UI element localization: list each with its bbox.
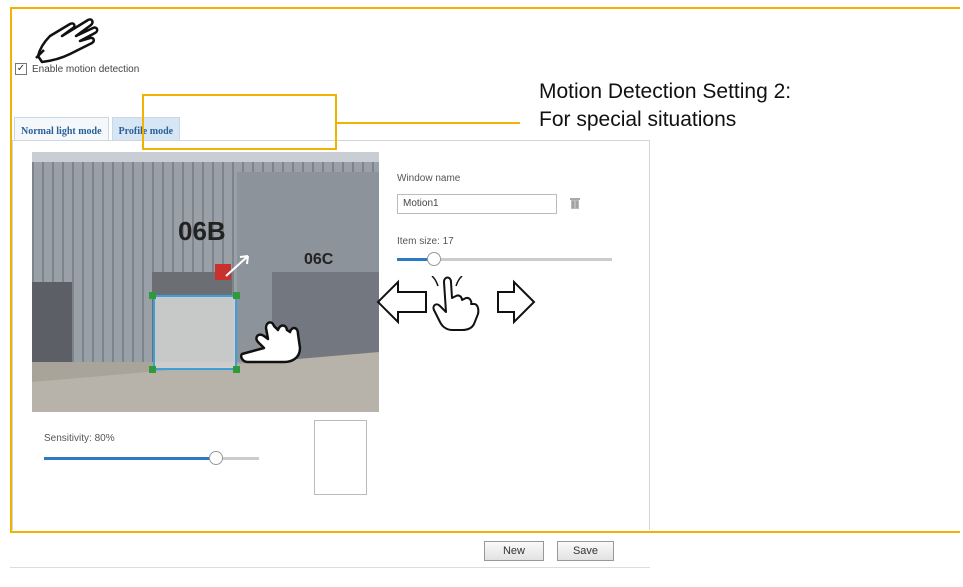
warehouse-image: 06B 06C <box>32 152 379 412</box>
callout-text: Motion Detection Setting 2: For special … <box>539 78 791 134</box>
enable-motion-row[interactable]: ✓ Enable motion detection <box>15 63 139 75</box>
camera-snapshot[interactable]: 06B 06C <box>32 152 379 412</box>
callout-line-2: For special situations <box>539 108 737 131</box>
building-sign-06b: 06B <box>178 216 226 246</box>
window-corner-handle[interactable] <box>233 366 240 373</box>
sensitivity-label: Sensitivity: 80% <box>44 433 115 444</box>
window-corner-handle[interactable] <box>149 292 156 299</box>
enable-motion-checkbox[interactable]: ✓ <box>15 63 27 75</box>
sensitivity-preview-box <box>314 420 367 495</box>
window-name-input[interactable]: Motion1 <box>397 194 557 214</box>
item-size-label: Item size: 17 <box>397 236 454 247</box>
slider-drag-gesture <box>376 276 536 331</box>
save-button[interactable]: Save <box>557 541 614 561</box>
sensitivity-slider-knob[interactable] <box>209 451 223 465</box>
sensitivity-slider[interactable] <box>44 451 259 465</box>
profile-mode-highlight <box>142 94 337 150</box>
arrow-left-icon <box>376 279 427 325</box>
window-corner-handle[interactable] <box>149 366 156 373</box>
callout-line-1: Motion Detection Setting 2: <box>539 80 792 103</box>
trash-icon[interactable] <box>567 195 583 211</box>
resize-arrow-icon <box>225 255 249 277</box>
item-size-slider[interactable] <box>397 252 612 266</box>
arrow-right-icon <box>497 279 536 325</box>
sensitivity-slider-fill <box>44 457 216 460</box>
hand-drag-icon <box>240 321 302 364</box>
bottom-divider <box>10 567 650 568</box>
callout-connector <box>337 122 520 124</box>
window-corner-handle[interactable] <box>233 292 240 299</box>
hand-pointer-icon <box>35 18 99 64</box>
motion-window[interactable] <box>153 295 237 370</box>
window-name-label: Window name <box>397 173 461 184</box>
building-sign-06c: 06C <box>304 251 334 268</box>
enable-motion-label: Enable motion detection <box>32 63 140 75</box>
item-size-slider-knob[interactable] <box>427 252 441 266</box>
new-button[interactable]: New <box>484 541 544 561</box>
